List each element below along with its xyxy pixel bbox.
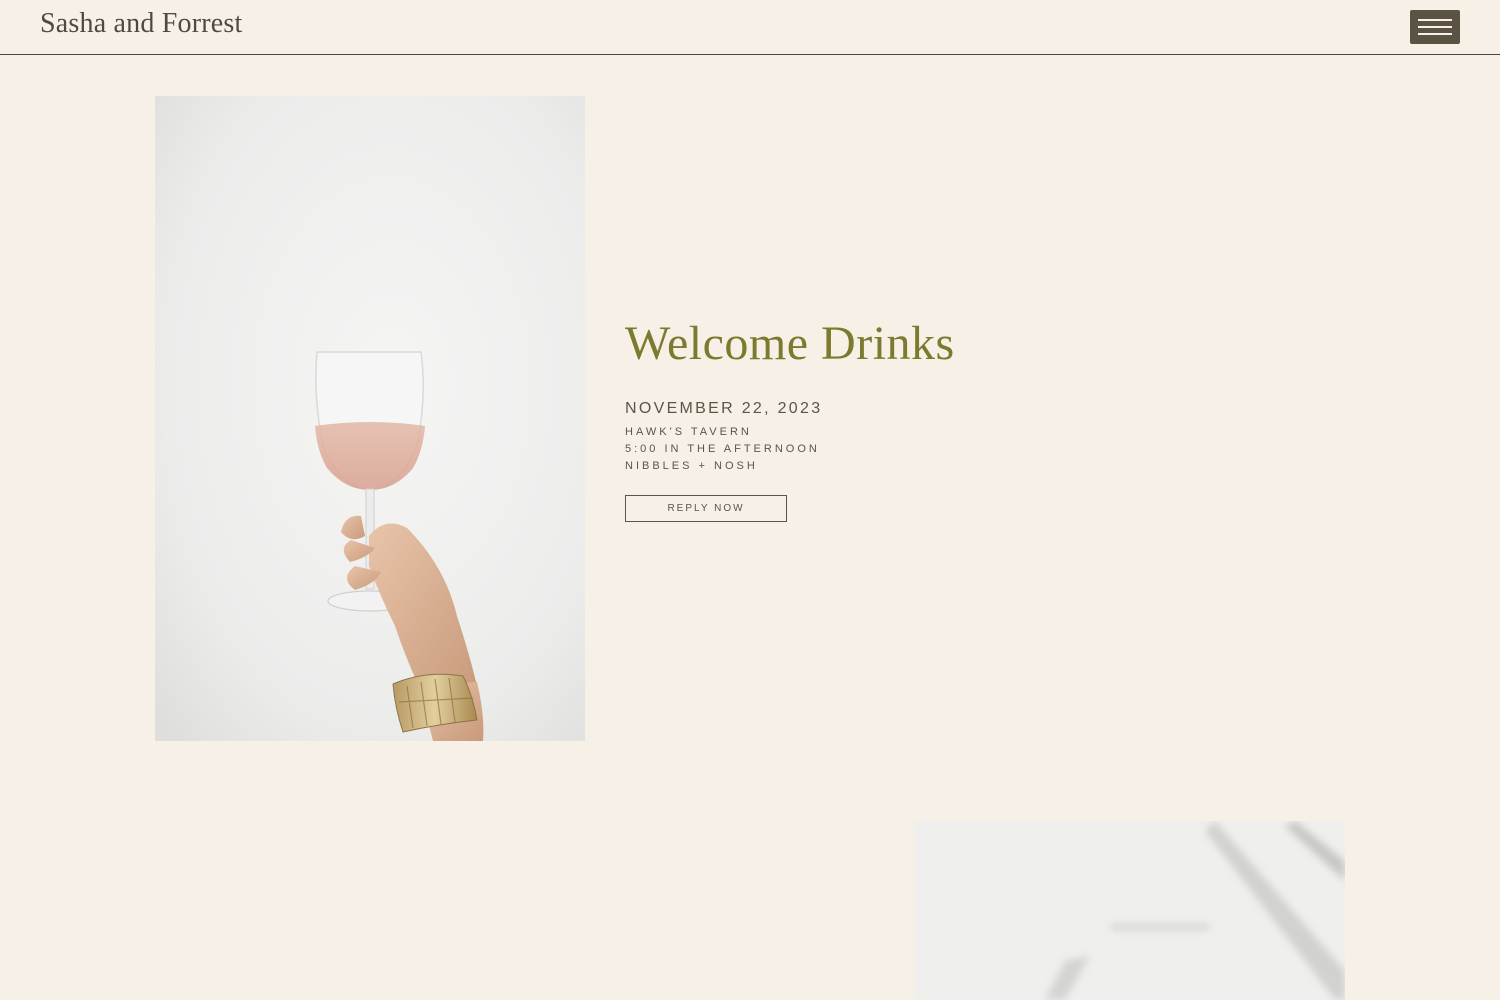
menu-line bbox=[1418, 26, 1452, 28]
event-time: 5:00 IN THE AFTERNOON bbox=[625, 443, 820, 455]
hamburger-menu-icon[interactable] bbox=[1410, 10, 1460, 44]
event-food: NIBBLES + NOSH bbox=[625, 460, 758, 472]
menu-line bbox=[1418, 33, 1452, 35]
menu-line bbox=[1418, 19, 1452, 21]
event-title: Welcome Drinks bbox=[625, 317, 955, 370]
site-brand-logo[interactable]: Sasha and Forrest bbox=[40, 8, 242, 40]
event-venue: HAWK'S TAVERN bbox=[625, 426, 752, 438]
blurred-paper-photo bbox=[915, 821, 1345, 1000]
event-date: NOVEMBER 22, 2023 bbox=[625, 400, 823, 417]
wine-glass-photo bbox=[155, 96, 585, 741]
site-header: Sasha and Forrest bbox=[0, 0, 1500, 55]
reply-now-button[interactable]: REPLY NOW bbox=[625, 495, 787, 522]
